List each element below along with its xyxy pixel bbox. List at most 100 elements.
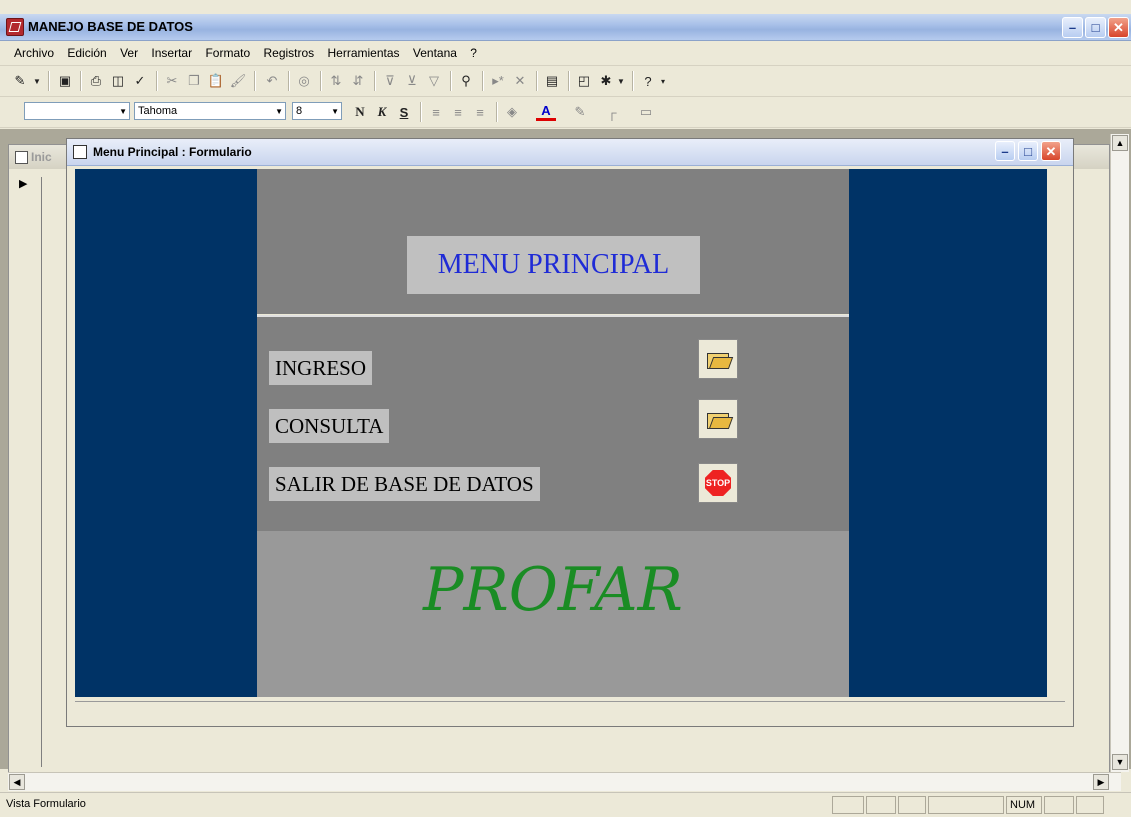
- sort-ascending-icon[interactable]: ⇅: [326, 71, 346, 91]
- menu-herramientas[interactable]: Herramientas: [324, 41, 404, 65]
- hyperlink-icon[interactable]: ◎: [294, 71, 314, 91]
- font-name-combo[interactable]: Tahoma ▼: [134, 102, 286, 120]
- stop-sign-icon: STOP: [705, 470, 731, 496]
- menu-help[interactable]: ?: [466, 41, 481, 65]
- form-icon: [73, 145, 87, 159]
- status-pane: [866, 796, 896, 814]
- delete-record-icon[interactable]: ✕: [510, 71, 530, 91]
- properties-icon[interactable]: ▤: [542, 71, 562, 91]
- background-window-title: Inic: [31, 150, 52, 164]
- menu-registros[interactable]: Registros: [259, 41, 318, 65]
- left-blue-panel: [75, 169, 257, 697]
- line-width-icon[interactable]: ┌: [602, 102, 622, 122]
- format-painter-icon[interactable]: 🖌: [228, 71, 248, 91]
- menu-archivo[interactable]: Archivo: [10, 41, 58, 65]
- vertical-scrollbar[interactable]: ▲ ▼: [1110, 134, 1129, 772]
- profar-logo-text: PROFAR: [423, 555, 683, 625]
- paste-icon[interactable]: 📋: [206, 71, 226, 91]
- filter-by-form-icon[interactable]: ⊻: [402, 71, 422, 91]
- italic-button[interactable]: K: [372, 102, 392, 122]
- toolbar-separator: [482, 71, 484, 91]
- consulta-button[interactable]: [698, 399, 738, 439]
- toolbar-separator: [80, 71, 82, 91]
- form-minimize-button[interactable]: –: [995, 141, 1015, 161]
- scroll-down-icon[interactable]: ▼: [1112, 754, 1128, 770]
- database-window-icon[interactable]: ◰: [574, 71, 594, 91]
- fill-color-icon[interactable]: ◈: [502, 102, 522, 122]
- form-maximize-button[interactable]: □: [1018, 141, 1038, 161]
- status-pane: [832, 796, 864, 814]
- ingreso-button[interactable]: [698, 339, 738, 379]
- menu-principal-form-window: Menu Principal : Formulario – □ ✕ MENU P…: [66, 138, 1074, 727]
- spelling-icon[interactable]: ✓: [130, 71, 150, 91]
- menu-bar: Archivo Edición Ver Insertar Formato Reg…: [0, 41, 1131, 66]
- status-text: Vista Formulario: [6, 798, 86, 810]
- save-icon[interactable]: ▣: [55, 71, 75, 91]
- filter-by-selection-icon[interactable]: ⊽: [380, 71, 400, 91]
- new-object-dropdown-icon[interactable]: ▼: [616, 71, 626, 91]
- copy-icon[interactable]: ❐: [184, 71, 204, 91]
- horizontal-scrollbar[interactable]: ◀ ▶: [8, 772, 1121, 791]
- bold-button[interactable]: N: [350, 102, 370, 122]
- view-design-icon[interactable]: ✎: [10, 71, 30, 91]
- consulta-label: CONSULTA: [269, 409, 390, 443]
- font-size-combo[interactable]: 8 ▼: [292, 102, 342, 120]
- print-icon[interactable]: ⎙: [86, 71, 106, 91]
- object-combo[interactable]: ▼: [24, 102, 130, 120]
- apply-filter-icon[interactable]: ▽: [424, 71, 444, 91]
- mdi-workspace: Inic ▶ Menu Principal : Formulario – □ ✕…: [0, 129, 1131, 776]
- underline-button[interactable]: S: [394, 102, 414, 122]
- toolbar-separator: [450, 71, 452, 91]
- app-titlebar: MANEJO BASE DE DATOS – □ ✕: [0, 14, 1131, 41]
- app-title: MANEJO BASE DE DATOS: [28, 19, 193, 34]
- font-size-value: 8: [296, 105, 303, 117]
- form-header-section: MENU PRINCIPAL: [257, 169, 849, 314]
- menu-ventana[interactable]: Ventana: [409, 41, 461, 65]
- font-color-icon[interactable]: A: [536, 102, 556, 121]
- toolbar-options-icon[interactable]: ▾: [658, 71, 668, 91]
- ingreso-label: INGRESO: [269, 351, 373, 385]
- minimize-button[interactable]: –: [1062, 17, 1083, 38]
- toolbar-separator: [320, 71, 322, 91]
- menu-ver[interactable]: Ver: [116, 41, 142, 65]
- new-record-icon[interactable]: ▸*: [488, 71, 508, 91]
- toolbar-separator: [496, 102, 498, 122]
- sort-descending-icon[interactable]: ⇵: [348, 71, 368, 91]
- toolbar-separator: [420, 102, 422, 122]
- salir-button[interactable]: STOP: [698, 463, 738, 503]
- form-close-button[interactable]: ✕: [1041, 141, 1061, 161]
- scroll-right-icon[interactable]: ▶: [1093, 774, 1109, 790]
- salir-label: SALIR DE BASE DE DATOS: [269, 467, 540, 501]
- font-name-value: Tahoma: [138, 105, 178, 117]
- scroll-up-icon[interactable]: ▲: [1112, 135, 1128, 151]
- new-object-icon[interactable]: ✱: [596, 71, 616, 91]
- align-center-icon[interactable]: ≡: [448, 102, 468, 122]
- special-effect-icon[interactable]: ▭: [636, 102, 656, 122]
- align-left-icon[interactable]: ≡: [426, 102, 446, 122]
- menu-insertar[interactable]: Insertar: [147, 41, 196, 65]
- scroll-left-icon[interactable]: ◀: [9, 774, 25, 790]
- form-bottom-strip: [75, 701, 1065, 718]
- toolbar-separator: [254, 71, 256, 91]
- close-button[interactable]: ✕: [1108, 17, 1129, 38]
- toolbar-separator: [568, 71, 570, 91]
- background-record-selector: ▶: [13, 177, 42, 767]
- form-icon: [15, 151, 28, 164]
- help-icon[interactable]: ?: [638, 71, 658, 91]
- print-preview-icon[interactable]: ◫: [108, 71, 128, 91]
- undo-icon[interactable]: ↶: [262, 71, 282, 91]
- maximize-button[interactable]: □: [1085, 17, 1106, 38]
- menu-edicion[interactable]: Edición: [63, 41, 110, 65]
- formatting-toolbar: ▼ Tahoma ▼ 8 ▼ N K S ≡ ≡ ≡ ◈ A ✎ ┌ ▭: [0, 97, 1131, 128]
- cut-icon[interactable]: ✂: [162, 71, 182, 91]
- toolbar-separator: [156, 71, 158, 91]
- access-app-icon[interactable]: [6, 18, 24, 36]
- align-right-icon[interactable]: ≡: [470, 102, 490, 122]
- line-color-icon[interactable]: ✎: [570, 102, 590, 122]
- form-title: Menu Principal : Formulario: [93, 145, 252, 159]
- view-dropdown-icon[interactable]: ▼: [32, 71, 42, 91]
- form-titlebar[interactable]: Menu Principal : Formulario – □ ✕: [67, 139, 1073, 166]
- menu-formato[interactable]: Formato: [201, 41, 254, 65]
- open-folder-icon: [707, 351, 729, 369]
- find-icon[interactable]: ⚲: [456, 71, 476, 91]
